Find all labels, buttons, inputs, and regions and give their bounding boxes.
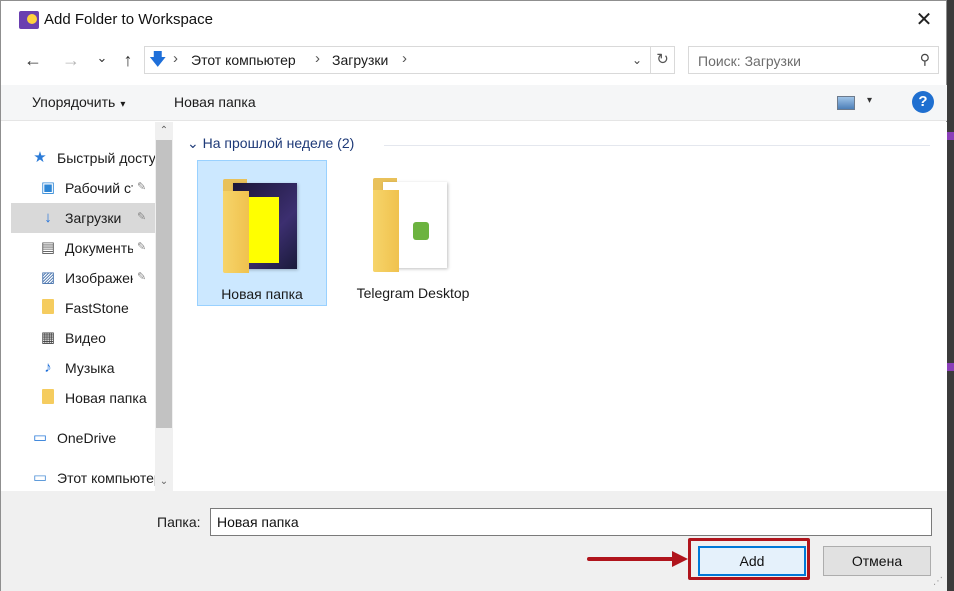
file-item-telegram-desktop[interactable]: Telegram Desktop — [348, 160, 478, 306]
file-list-pane: ⌄ На прошлой неделе (2) Новая папка Tele… — [174, 122, 947, 491]
sidebar-item[interactable]: ▭ OneDrive — [11, 423, 155, 453]
address-dropdown-button[interactable]: ⌄ — [628, 50, 646, 70]
pin-icon: ✎ — [137, 211, 147, 223]
sidebar-item-label: Изображения — [65, 270, 133, 286]
scroll-down-button[interactable]: ⌄ — [155, 473, 173, 491]
sidebar-item[interactable]: ▨ Изображения ✎ — [11, 263, 155, 293]
view-options-button[interactable]: ▾ — [867, 95, 872, 106]
file-name: Telegram Desktop — [356, 285, 470, 301]
sidebar-scrollbar[interactable]: ⌃ ⌄ — [155, 122, 173, 491]
sidebar-item-label: Рабочий стол — [65, 180, 133, 196]
video-icon: ▦ — [40, 329, 56, 346]
breadcrumb-this-pc[interactable]: Этот компьютер — [191, 52, 296, 68]
recent-locations-button[interactable]: ⌄ — [91, 47, 113, 69]
music-icon: ♪ — [44, 359, 52, 376]
sidebar-item-label: Видео — [65, 330, 106, 346]
change-view-icon[interactable] — [837, 96, 855, 110]
background-accent — [947, 132, 954, 140]
sidebar-item[interactable]: ♪ Музыка — [11, 353, 155, 383]
breadcrumb-separator: › — [173, 50, 178, 67]
search-input[interactable]: Поиск: Загрузки — [698, 53, 801, 69]
sidebar-item[interactable]: ★ Быстрый доступ — [11, 143, 155, 173]
sidebar-item[interactable]: FastStone — [11, 293, 155, 323]
onedrive-icon: ▭ — [32, 429, 48, 446]
document-icon: ▤ — [40, 239, 56, 256]
group-label: На прошлой неделе (2) — [202, 135, 355, 151]
background-accent — [947, 363, 954, 371]
annotation-arrow-head — [672, 551, 688, 567]
address-bar[interactable]: 🡇 › Этот компьютер › Загрузки › ⌄ ↻ — [144, 46, 675, 74]
sidebar-item[interactable]: ▣ Рабочий стол ✎ — [11, 173, 155, 203]
sidebar-item[interactable]: ↓ Загрузки ✎ — [11, 203, 155, 233]
folder-icon — [223, 175, 303, 275]
breadcrumb-downloads[interactable]: Загрузки — [332, 52, 388, 68]
close-button[interactable]: ✕ — [910, 5, 938, 35]
navigation-pane: ★Быстрый доступ▣Рабочий стол✎↓Загрузки✎▤… — [11, 122, 173, 491]
group-header[interactable]: ⌄ На прошлой неделе (2) — [187, 135, 354, 152]
scrollbar-thumb[interactable] — [156, 140, 172, 428]
refresh-button[interactable]: ↻ — [650, 47, 674, 73]
sidebar-item-label: FastStone — [65, 300, 129, 316]
resize-grip-icon[interactable]: ⋰ — [933, 576, 943, 587]
sidebar-item-label: Новая папка — [65, 390, 147, 406]
pin-icon: ✎ — [137, 181, 147, 193]
download-icon: ↓ — [44, 209, 52, 226]
annotation-arrow-icon — [587, 557, 679, 561]
computer-icon: ▭ — [32, 469, 48, 486]
back-button[interactable]: ← — [22, 49, 44, 71]
command-toolbar: Упорядочить ▾ Новая папка ▾ ? — [1, 85, 947, 121]
breadcrumb-separator: › — [402, 50, 407, 67]
download-icon: 🡇 — [149, 50, 167, 69]
help-icon[interactable]: ? — [912, 91, 934, 113]
sidebar-item-label: Загрузки — [65, 210, 122, 226]
title-bar: Add Folder to Workspace ✕ — [1, 1, 946, 39]
folder-icon — [39, 389, 57, 407]
image-icon: ▨ — [40, 269, 56, 286]
sidebar-item[interactable]: ▭ Этот компьютер — [11, 463, 155, 491]
desktop-icon: ▣ — [40, 179, 56, 196]
breadcrumb-separator: › — [315, 50, 320, 67]
app-icon — [19, 11, 39, 29]
sidebar-item[interactable]: ▦ Видео — [11, 323, 155, 353]
pin-icon: ✎ — [137, 271, 147, 283]
star-icon: ★ — [33, 149, 47, 166]
search-icon: ⚲ — [919, 51, 930, 67]
pin-icon: ✎ — [137, 241, 147, 253]
up-button[interactable]: ↑ — [117, 49, 139, 71]
sidebar-item-label: OneDrive — [57, 430, 117, 446]
add-folder-dialog: Add Folder to Workspace ✕ ← → ⌄ ↑ 🡇 › Эт… — [0, 0, 947, 591]
file-name: Новая папка — [221, 286, 303, 302]
new-folder-button[interactable]: Новая папка — [174, 94, 256, 110]
sidebar-item-label: Документы — [65, 240, 133, 256]
scroll-up-button[interactable]: ⌃ — [155, 122, 173, 140]
sidebar-item-label: Быстрый доступ — [57, 150, 155, 166]
organize-button[interactable]: Упорядочить ▾ — [32, 94, 125, 110]
organize-label: Упорядочить — [32, 94, 116, 110]
group-divider — [384, 145, 930, 146]
forward-button[interactable]: → — [60, 49, 82, 71]
folder-name-input[interactable] — [210, 508, 932, 536]
cancel-button[interactable]: Отмена — [823, 546, 931, 576]
search-box[interactable]: Поиск: Загрузки ⚲ — [688, 46, 939, 74]
window-title: Add Folder to Workspace — [44, 11, 213, 28]
app-file-icon — [413, 222, 429, 240]
folder-field-label: Папка: — [157, 514, 201, 530]
chevron-down-icon: ▾ — [120, 99, 126, 110]
background-window — [947, 0, 954, 591]
folder-icon — [39, 299, 57, 317]
chevron-down-icon: ⌄ — [187, 135, 199, 151]
navigation-bar: ← → ⌄ ↑ 🡇 › Этот компьютер › Загрузки › … — [1, 41, 946, 81]
file-item-new-folder[interactable]: Новая папка — [197, 160, 327, 306]
sidebar-item[interactable]: ▤ Документы ✎ — [11, 233, 155, 263]
folder-icon — [373, 174, 453, 274]
sidebar-item-label: Этот компьютер — [57, 470, 155, 486]
sidebar-item-label: Музыка — [65, 360, 115, 376]
annotation-highlight-box — [688, 538, 810, 580]
sidebar-item[interactable]: Новая папка — [11, 383, 155, 413]
